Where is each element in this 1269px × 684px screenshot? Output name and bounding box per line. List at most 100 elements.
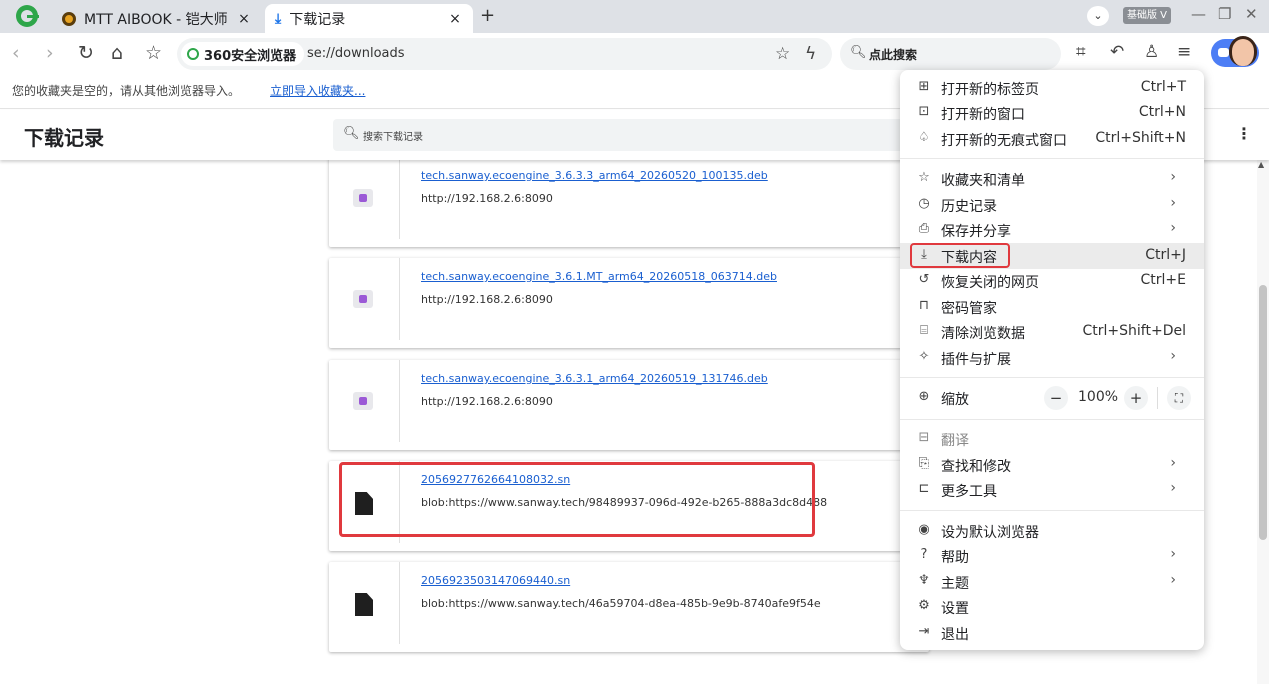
star-bookmark-icon[interactable]: ☆ bbox=[145, 42, 162, 64]
highlight-box bbox=[910, 243, 1010, 268]
tab-mtt-aibook[interactable]: MTT AIBOOK - 铠大师 × bbox=[52, 4, 262, 33]
menu-item-theme[interactable]: ♆ 主题 › bbox=[900, 569, 1204, 595]
tab-downloads[interactable]: ⤓ 下载记录 × bbox=[265, 4, 473, 33]
save-share-icon: ⎙ bbox=[918, 221, 930, 236]
download-file-link[interactable]: 2056923503147069440.sn bbox=[421, 574, 570, 587]
new-tab-button[interactable]: + bbox=[480, 5, 495, 26]
menu-item-shortcut: Ctrl+E bbox=[1140, 272, 1187, 288]
menu-item-clear-data[interactable]: ⌸ 清除浏览数据 Ctrl+Shift+Del bbox=[900, 319, 1204, 345]
url-text[interactable]: se://downloads bbox=[307, 46, 405, 61]
search-placeholder: 点此搜索 bbox=[869, 48, 918, 62]
menu-item-label: 密码管家 bbox=[941, 301, 997, 317]
menu-item-bookmarks[interactable]: ☆ 收藏夹和清单 › bbox=[900, 166, 1204, 192]
menu-item-default-browser[interactable]: ◉ 设为默认浏览器 bbox=[900, 518, 1204, 544]
minimize-button[interactable]: — bbox=[1191, 5, 1206, 23]
menu-item-label: 设为默认浏览器 bbox=[941, 525, 1039, 541]
menu-item-label: 收藏夹和清单 bbox=[941, 173, 1025, 189]
menu-item-new-tab[interactable]: ⊞ 打开新的标签页 Ctrl+T bbox=[900, 75, 1204, 101]
tab-strip: MTT AIBOOK - 铠大师 × ⤓ 下载记录 × + ⌄ 基础版 V — … bbox=[0, 0, 1269, 33]
home-icon[interactable]: ⌂ bbox=[111, 42, 123, 64]
menu-item-settings[interactable]: ⚙ 设置 bbox=[900, 594, 1204, 620]
menu-item-find[interactable]: ⎘ 查找和修改 › bbox=[900, 452, 1204, 478]
menu-item-save-share[interactable]: ⎙ 保存并分享 › bbox=[900, 217, 1204, 243]
user-icon[interactable]: ♙ bbox=[1144, 42, 1159, 62]
address-bar[interactable]: 360安全浏览器 se://downloads ☆ ϟ bbox=[177, 38, 832, 70]
menu-item-restore-closed[interactable]: ↺ 恢复关闭的网页 Ctrl+E bbox=[900, 268, 1204, 294]
menu-icon[interactable]: ≡ bbox=[1177, 42, 1191, 62]
download-item: tech.sanway.ecoengine_3.6.3.1_arm64_2026… bbox=[329, 360, 929, 450]
tab-title: MTT AIBOOK - 铠大师 bbox=[84, 11, 228, 28]
zoom-out-button[interactable]: − bbox=[1044, 386, 1068, 410]
menu-item-more-tools[interactable]: ⊏ 更多工具 › bbox=[900, 477, 1204, 503]
menu-item-incognito[interactable]: ♤ 打开新的无痕式窗口 Ctrl+Shift+N bbox=[900, 126, 1204, 152]
download-file-link[interactable]: tech.sanway.ecoengine_3.6.1.MT_arm64_202… bbox=[421, 270, 777, 283]
tab-close-icon[interactable]: × bbox=[445, 11, 465, 27]
scroll-up-icon[interactable]: ▲ bbox=[1258, 160, 1264, 169]
menu-separator bbox=[900, 377, 1204, 378]
download-source-url: blob:https://www.sanway.tech/46a59704-d8… bbox=[421, 597, 821, 610]
site-identity-chip[interactable]: 360安全浏览器 bbox=[181, 42, 305, 66]
menu-item-label: 设置 bbox=[941, 601, 969, 617]
close-window-button[interactable]: ✕ bbox=[1245, 5, 1258, 23]
package-icon bbox=[353, 290, 373, 308]
clear-data-icon: ⌸ bbox=[920, 323, 928, 338]
more-options-icon[interactable]: ⋮ bbox=[1236, 124, 1252, 143]
package-icon bbox=[353, 392, 373, 410]
restore-button[interactable]: ❐ bbox=[1218, 5, 1231, 23]
menu-item-passwords[interactable]: ⊓ 密码管家 bbox=[900, 294, 1204, 320]
puzzle-icon: ✧ bbox=[918, 349, 930, 364]
menu-separator bbox=[900, 510, 1204, 511]
scrollbar-thumb[interactable] bbox=[1259, 285, 1267, 540]
version-badge[interactable]: 基础版 V bbox=[1123, 7, 1172, 24]
forward-icon[interactable]: › bbox=[46, 42, 54, 64]
submenu-arrow-icon: › bbox=[1170, 546, 1176, 562]
zoom-in-button[interactable]: + bbox=[1124, 386, 1148, 410]
browser-main-menu: ⊞ 打开新的标签页 Ctrl+T ⊡ 打开新的窗口 Ctrl+N ♤ 打开新的无… bbox=[900, 70, 1204, 650]
menu-item-history[interactable]: ◷ 历史记录 › bbox=[900, 192, 1204, 218]
submenu-arrow-icon: › bbox=[1170, 348, 1176, 364]
tab-title: 下载记录 bbox=[289, 11, 346, 28]
file-icon bbox=[355, 593, 373, 616]
menu-item-label: 打开新的无痕式窗口 bbox=[941, 133, 1067, 149]
chat-icon bbox=[1218, 48, 1229, 57]
menu-item-label: 插件与扩展 bbox=[941, 352, 1011, 368]
browser-logo-icon[interactable] bbox=[16, 5, 39, 27]
menu-item-label: 恢复关闭的网页 bbox=[941, 275, 1039, 291]
downloads-search-input[interactable]: 🔍︎ 搜索下载记录 bbox=[333, 119, 913, 151]
submenu-arrow-icon: › bbox=[1170, 169, 1176, 185]
undo-icon[interactable]: ↶ bbox=[1110, 42, 1124, 62]
menu-item-exit[interactable]: ⇥ 退出 bbox=[900, 620, 1204, 646]
tab-list-chevron-icon[interactable]: ⌄ bbox=[1087, 6, 1109, 26]
menu-separator bbox=[900, 158, 1204, 159]
menu-item-shortcut: Ctrl+J bbox=[1145, 247, 1186, 263]
menu-item-help[interactable]: ? 帮助 › bbox=[900, 543, 1204, 569]
crop-screenshot-icon[interactable]: ⌗ bbox=[1076, 42, 1086, 62]
page-title: 下载记录 bbox=[24, 126, 104, 150]
menu-item-new-window[interactable]: ⊡ 打开新的窗口 Ctrl+N bbox=[900, 100, 1204, 126]
menu-item-label: 打开新的窗口 bbox=[941, 107, 1025, 123]
menu-item-zoom: ⊕ 缩放 − 100% + ⛶ bbox=[900, 385, 1204, 411]
search-icon: 🔍︎ bbox=[850, 45, 867, 60]
star-icon: ☆ bbox=[918, 170, 930, 185]
reload-icon[interactable]: ↻ bbox=[78, 42, 94, 64]
help-icon: ? bbox=[920, 547, 928, 562]
download-source-url: http://192.168.2.6:8090 bbox=[421, 293, 553, 306]
back-icon[interactable]: ‹ bbox=[12, 42, 20, 64]
favorite-star-icon[interactable]: ☆ bbox=[775, 44, 790, 64]
tab-close-icon[interactable]: × bbox=[234, 11, 254, 27]
card-divider bbox=[399, 157, 400, 239]
download-item: tech.sanway.ecoengine_3.6.1.MT_arm64_202… bbox=[329, 258, 929, 348]
download-file-link[interactable]: tech.sanway.ecoengine_3.6.3.1_arm64_2026… bbox=[421, 372, 768, 385]
menu-item-extensions[interactable]: ✧ 插件与扩展 › bbox=[900, 345, 1204, 371]
search-box[interactable]: 🔍︎ 点此搜索 bbox=[840, 38, 1061, 70]
new-window-icon: ⊡ bbox=[918, 104, 930, 119]
avatar[interactable] bbox=[1211, 36, 1259, 67]
lightning-icon[interactable]: ϟ bbox=[805, 44, 816, 64]
fullscreen-icon[interactable]: ⛶ bbox=[1167, 386, 1191, 410]
submenu-arrow-icon: › bbox=[1170, 480, 1176, 496]
menu-item-label: 帮助 bbox=[941, 550, 969, 566]
card-divider bbox=[399, 360, 400, 442]
import-bookmarks-link[interactable]: 立即导入收藏夹... bbox=[270, 82, 365, 99]
download-item: tech.sanway.ecoengine_3.6.3.3_arm64_2026… bbox=[329, 157, 929, 247]
download-file-link[interactable]: tech.sanway.ecoengine_3.6.3.3_arm64_2026… bbox=[421, 169, 768, 182]
